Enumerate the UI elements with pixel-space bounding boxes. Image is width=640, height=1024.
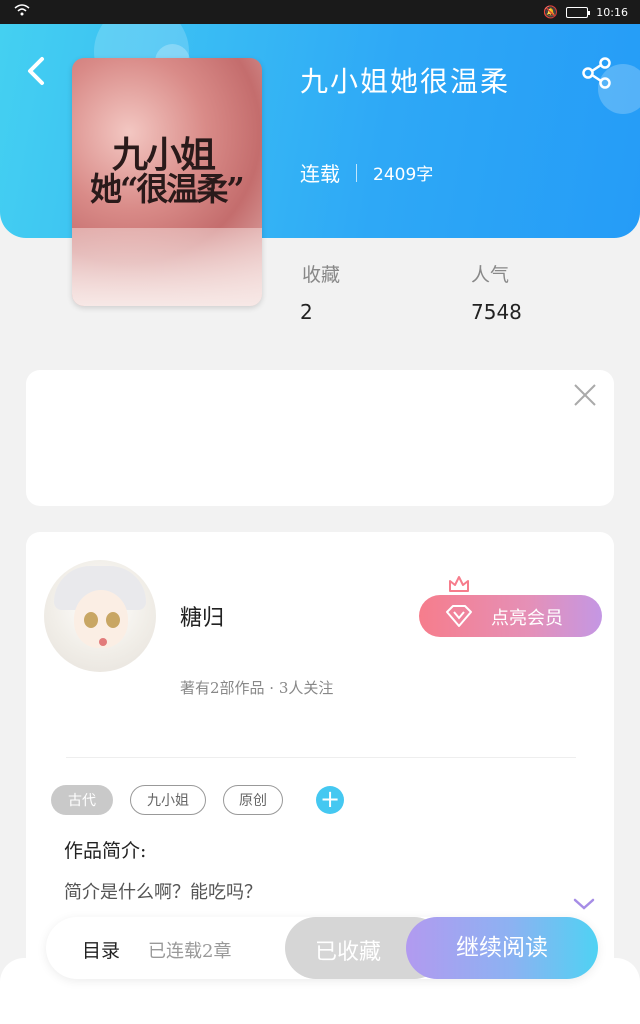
close-icon[interactable] bbox=[571, 381, 599, 409]
chapter-count: 已连载2章 bbox=[148, 941, 232, 962]
serial-status: 连载 bbox=[300, 162, 340, 186]
share-icon[interactable] bbox=[580, 56, 614, 90]
avatar-eye bbox=[106, 612, 120, 628]
author-name[interactable]: 糖归 bbox=[180, 600, 224, 632]
author-meta: 著有2部作品 · 3人关注 bbox=[180, 679, 334, 697]
intro-title: 作品简介: bbox=[64, 840, 147, 862]
favorites-label: 收藏 bbox=[302, 264, 341, 286]
toc-button[interactable]: 目录 bbox=[82, 936, 120, 963]
vip-label: 点亮会员 bbox=[491, 608, 563, 629]
book-cover[interactable]: 九小姐 她“很温柔” bbox=[72, 58, 262, 306]
cover-mist bbox=[72, 228, 262, 306]
popularity-value: 7548 bbox=[471, 300, 522, 324]
favorites-value: 2 bbox=[300, 300, 313, 324]
status-time: 10:16 bbox=[596, 5, 628, 19]
crown-icon bbox=[447, 574, 471, 594]
section-divider bbox=[66, 757, 576, 758]
divider bbox=[356, 163, 357, 182]
status-bar: 🔕 10:16 bbox=[0, 0, 640, 24]
diamond-icon bbox=[445, 604, 473, 628]
book-status-row: 连载 2409字 bbox=[300, 158, 433, 187]
vip-button[interactable]: 点亮会员 bbox=[419, 595, 602, 637]
plus-icon[interactable]: + bbox=[316, 786, 344, 814]
avatar-mouth bbox=[99, 638, 107, 646]
collected-label: 已收藏 bbox=[315, 940, 382, 965]
continue-reading-button[interactable]: 继续阅读 bbox=[406, 917, 598, 979]
book-title: 九小姐她很温柔 bbox=[300, 65, 511, 98]
ad-card bbox=[26, 370, 614, 506]
word-count: 2409字 bbox=[373, 165, 434, 185]
tag-ancient[interactable]: 古代 bbox=[51, 785, 113, 815]
popularity-label: 人气 bbox=[471, 264, 510, 286]
chevron-down-icon[interactable] bbox=[572, 896, 596, 912]
status-right: 🔕 10:16 bbox=[543, 5, 628, 19]
intro-text: 简介是什么啊？能吃吗？ bbox=[64, 882, 262, 903]
battery-icon bbox=[566, 6, 591, 18]
back-arrow-icon[interactable] bbox=[22, 54, 50, 88]
wifi-icon bbox=[14, 4, 30, 19]
avatar[interactable] bbox=[44, 560, 156, 672]
tag-original[interactable]: 原创 bbox=[223, 785, 283, 815]
avatar-eye bbox=[84, 612, 98, 628]
tag-jiu-xiaojie[interactable]: 九小姐 bbox=[130, 785, 206, 815]
mute-bell-icon: 🔕 bbox=[543, 5, 559, 19]
cover-title-line2: 她“很温柔” bbox=[90, 170, 245, 208]
